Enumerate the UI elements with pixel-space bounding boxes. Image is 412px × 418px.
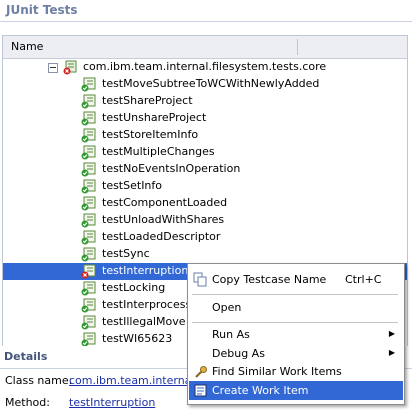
test-passed-icon (81, 111, 96, 126)
test-passed-icon (81, 196, 96, 211)
copy-icon (193, 272, 207, 287)
tree-item-label: testMultipleChanges (102, 145, 215, 158)
tree-item-row[interactable]: testStoreItemInfo (3, 127, 407, 144)
name-column-label: Name (11, 40, 44, 53)
tree-item-row[interactable]: testUnloadWithShares (3, 212, 407, 229)
test-passed-icon (81, 230, 96, 245)
tree-item-label: testUnloadWithShares (102, 213, 225, 226)
root-label: com.ibm.team.internal.filesystem.tests.c… (83, 60, 327, 73)
test-passed-icon (81, 281, 96, 296)
tree-item-label: testLoadedDescriptor (102, 230, 221, 243)
junit-panel-title-bar: JUnit Tests (0, 0, 412, 22)
tree-item-row[interactable]: testMultipleChanges (3, 144, 407, 161)
tree-item-label: testIllegalMove (102, 315, 186, 328)
tree-item-row[interactable]: testUnshareProject (3, 110, 407, 127)
method-label: Method: (5, 396, 50, 409)
debug-as-label: Debug As (212, 347, 265, 360)
run-as-label: Run As (212, 328, 250, 341)
tree-item-label: testShareProject (102, 94, 193, 107)
tree-item-row[interactable]: testSetInfo (3, 178, 407, 195)
create-work-item-label: Create Work Item (212, 384, 309, 397)
tree-item-label: testLocking (102, 281, 166, 294)
tree-root-row[interactable]: com.ibm.team.internal.filesystem.tests.c… (3, 59, 407, 76)
test-passed-icon (81, 162, 96, 177)
class-name-label: Class name: (5, 374, 73, 387)
submenu-arrow-icon: ▶ (388, 348, 395, 357)
copy-shortcut: Ctrl+C (345, 273, 382, 286)
submenu-arrow-icon: ▶ (388, 329, 395, 338)
tree-item-row[interactable]: testNoEventsInOperation (3, 161, 407, 178)
class-name-link[interactable]: com.ibm.team.internal.fi (69, 374, 205, 387)
test-passed-icon (81, 128, 96, 143)
tree-item-label: testWI65623 (102, 332, 173, 345)
menu-item-debug-as[interactable]: Debug As ▶ (189, 344, 403, 363)
test-passed-icon (81, 315, 96, 330)
tree-item-label: testSetInfo (102, 179, 163, 192)
menu-item-create-work-item[interactable]: Create Work Item (189, 381, 403, 400)
tree-item-label: testNoEventsInOperation (102, 162, 241, 175)
tree-item-label: testUnshareProject (102, 111, 207, 124)
menu-divider (192, 294, 398, 295)
test-passed-icon (81, 332, 96, 346)
test-passed-icon (81, 213, 96, 228)
tree-item-row[interactable]: testMoveSubtreeToWCWithNewlyAdded (3, 76, 407, 93)
copy-testcase-label: Copy Testcase Name (212, 273, 327, 286)
tree-item-label: testMoveSubtreeToWCWithNewlyAdded (102, 77, 320, 90)
test-passed-icon (81, 247, 96, 262)
test-passed-icon (81, 298, 96, 313)
work-item-icon (194, 384, 207, 397)
tree-item-row[interactable]: testSync (3, 246, 407, 263)
tree-item-row[interactable]: testComponentLoaded (3, 195, 407, 212)
title-divider (0, 21, 412, 22)
panel-title: JUnit Tests (6, 3, 78, 17)
tree-item-label: testStoreItemInfo (102, 128, 199, 141)
menu-item-run-as[interactable]: Run As ▶ (189, 325, 403, 344)
tree-item-label: testInterprocessL (102, 298, 198, 311)
test-passed-icon (81, 179, 96, 194)
menu-item-copy-testcase[interactable]: Copy Testcase Name Ctrl+C (189, 270, 403, 289)
find-similar-label: Find Similar Work Items (212, 365, 342, 378)
tree-item-label: testComponentLoaded (102, 196, 228, 209)
test-passed-icon (81, 145, 96, 160)
test-suite-failed-icon (63, 60, 77, 75)
details-title: Details (4, 350, 48, 363)
test-passed-icon (81, 94, 96, 109)
tree-item-row[interactable]: testLoadedDescriptor (3, 229, 407, 246)
tree-item-label: testInterruption (102, 264, 189, 277)
collapse-toggle-icon[interactable] (48, 63, 58, 73)
open-label: Open (212, 301, 242, 314)
wrench-icon (195, 366, 207, 378)
test-failed-icon (81, 264, 96, 279)
test-passed-icon (81, 77, 96, 92)
tree-column-header[interactable]: Name (3, 36, 407, 59)
menu-item-find-similar[interactable]: Find Similar Work Items (189, 362, 403, 381)
column-separator[interactable] (297, 39, 298, 55)
tree-item-label: testSync (102, 247, 150, 260)
tree-item-row[interactable]: testShareProject (3, 93, 407, 110)
method-link[interactable]: testInterruption (69, 396, 155, 409)
menu-divider (192, 322, 398, 323)
context-menu: Copy Testcase Name Ctrl+C Open Run As ▶ … (187, 263, 405, 405)
menu-item-open[interactable]: Open (189, 298, 403, 317)
